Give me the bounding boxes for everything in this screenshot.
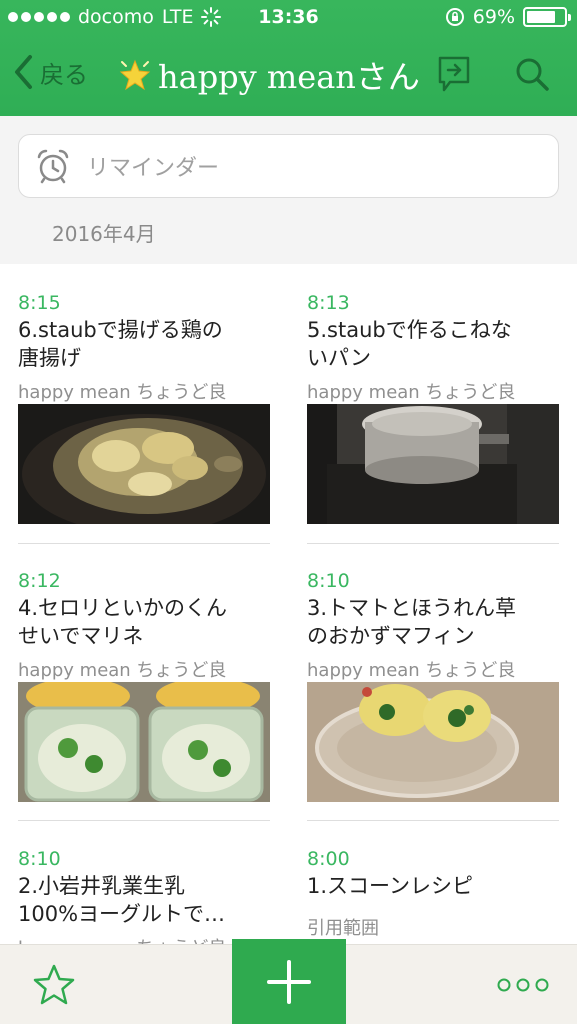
divider [307, 543, 559, 544]
note-author: happy mean ちょうど良 [18, 382, 227, 403]
note-time: 8:10 [307, 570, 350, 592]
note-title-line: 100%ヨーグルトで… [18, 902, 226, 926]
note-title: 2.小岩井乳業生乳 100%ヨーグルトで… [18, 872, 270, 928]
note-title: 4.セロリといかのくん せいでマリネ [18, 594, 270, 650]
note-time: 8:12 [18, 570, 61, 592]
page-title-text: happy meanさん [158, 58, 420, 96]
note-title-line: 5.staubで作るこねな [307, 318, 512, 342]
note-author: happy mean ちょうど良 [18, 660, 227, 681]
note-card[interactable]: 8:12 4.セロリといかのくん せいでマリネ happy mean ちょうど良 [18, 570, 270, 682]
note-title-line: 唐揚げ [18, 346, 81, 370]
battery-icon [523, 7, 571, 27]
note-thumbnail-muffin[interactable] [307, 682, 559, 802]
status-bar: docomo LTE 13:36 69% [0, 0, 577, 38]
note-title-line: 1.スコーンレシピ [307, 874, 473, 898]
sparkle-star-icon [119, 59, 151, 91]
note-title-line: せいでマリネ [18, 624, 144, 648]
note-title-line: いパン [307, 346, 372, 370]
note-title-line: 2.小岩井乳業生乳 [18, 874, 186, 898]
plus-icon [267, 960, 311, 1004]
note-title-line: のおかずマフィン [307, 624, 475, 648]
divider [307, 820, 559, 821]
note-title: 5.staubで作るこねな いパン [307, 316, 559, 372]
navigation-bar: 戻る happy meanさん [0, 44, 577, 110]
back-label: 戻る [40, 60, 88, 89]
note-title: 1.スコーンレシピ [307, 872, 559, 900]
more-dots-icon[interactable] [496, 975, 550, 995]
month-section-header: 2016年4月 [52, 222, 156, 246]
note-card[interactable]: 8:00 1.スコーンレシピ 引用範囲 [307, 848, 559, 940]
share-icon[interactable] [432, 52, 476, 96]
note-title-line: 4.セロリといかのくん [18, 596, 228, 620]
divider [18, 543, 270, 544]
note-author: happy mean ちょうど良 [307, 382, 516, 403]
battery-percent: 69% [472, 6, 515, 28]
note-card[interactable]: 8:10 3.トマトとほうれん草 のおかずマフィン happy mean ちょう… [307, 570, 559, 682]
note-author: happy mean ちょうど良 [307, 660, 516, 681]
add-note-button[interactable] [232, 939, 346, 1024]
notes-header-area: リマインダー 2016年4月 [0, 116, 577, 264]
bottom-toolbar [0, 939, 577, 1024]
note-card[interactable]: 8:15 6.staubで揚げる鶏の 唐揚げ happy mean ちょうど良 [18, 292, 270, 404]
note-title: 6.staubで揚げる鶏の 唐揚げ [18, 316, 270, 372]
note-title-line: 6.staubで揚げる鶏の [18, 318, 223, 342]
note-time: 8:13 [307, 292, 350, 314]
rotation-lock-icon [445, 8, 464, 26]
note-time: 8:10 [18, 848, 61, 870]
note-time: 8:00 [307, 848, 350, 870]
alarm-clock-icon [37, 149, 69, 184]
note-thumbnail-fried-chicken[interactable] [18, 404, 270, 524]
reminder-label: リマインダー [87, 156, 220, 181]
note-thumbnail-pan-bread[interactable] [307, 404, 559, 524]
star-outline-icon[interactable] [30, 963, 78, 1007]
note-card[interactable]: 8:13 5.staubで作るこねな いパン happy mean ちょうど良 [307, 292, 559, 404]
divider [18, 820, 270, 821]
chevron-left-icon [15, 55, 32, 89]
note-snippet: 引用範囲 [307, 918, 379, 939]
reminder-field[interactable]: リマインダー [18, 134, 559, 198]
note-thumbnail-celery-marinade[interactable] [18, 682, 270, 802]
note-title-line: 3.トマトとほうれん草 [307, 596, 517, 620]
note-title: 3.トマトとほうれん草 のおかずマフィン [307, 594, 559, 650]
page-title: happy meanさん [118, 52, 420, 98]
app-header: docomo LTE 13:36 69% 戻る happy meanさん [0, 0, 577, 116]
back-button[interactable]: 戻る [12, 54, 88, 90]
search-icon[interactable] [510, 52, 554, 96]
note-time: 8:15 [18, 292, 61, 314]
